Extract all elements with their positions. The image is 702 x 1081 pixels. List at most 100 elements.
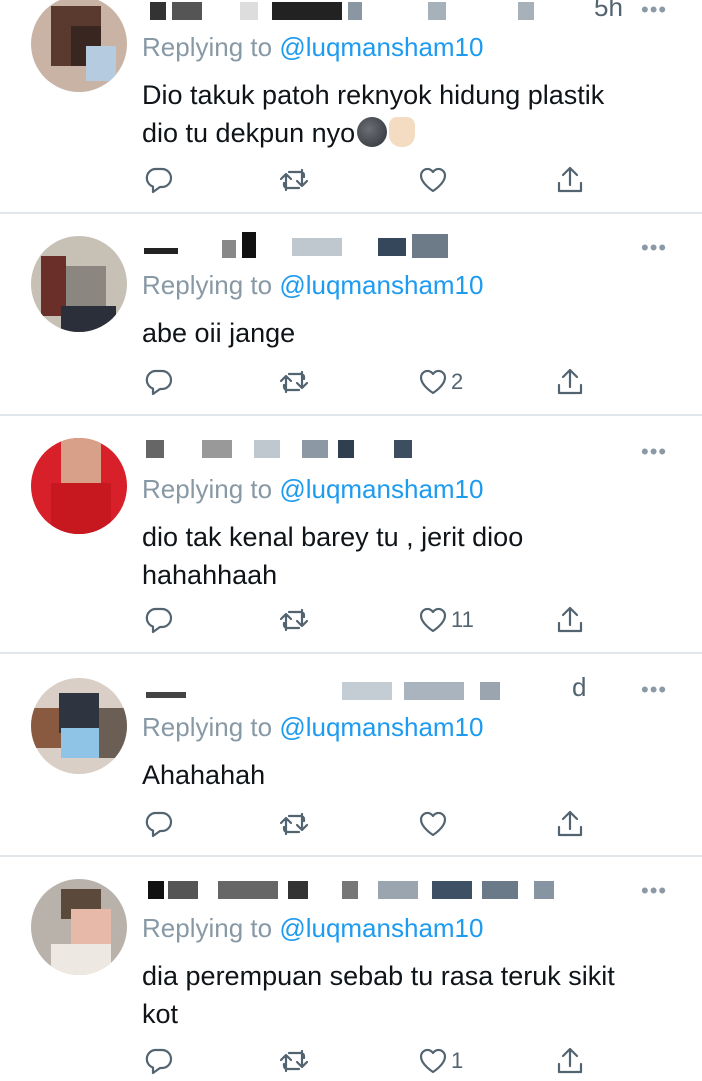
retweet-icon	[279, 812, 309, 836]
action-bar	[0, 804, 702, 844]
reply-icon	[145, 1048, 173, 1075]
tweet-text-line: kot	[142, 999, 179, 1029]
tweet-2[interactable]: ••• Replying to @luqmansham10 abe oii ja…	[0, 214, 702, 414]
like-icon	[419, 369, 447, 395]
tweet-time: 5h	[594, 0, 623, 22]
replying-to: Replying to @luqmansham10	[142, 474, 483, 505]
avatar[interactable]	[31, 678, 127, 774]
reply-button[interactable]	[142, 600, 174, 640]
avatar[interactable]	[31, 879, 127, 975]
reply-handle-link[interactable]: @luqmansham10	[279, 712, 483, 742]
action-bar: 1	[0, 1041, 702, 1081]
tweet-header[interactable]: d	[142, 672, 622, 702]
tweet-text-line: Ahahahah	[142, 760, 266, 790]
like-count: 2	[451, 369, 464, 394]
like-button[interactable]	[417, 804, 451, 844]
reply-handle-link[interactable]: @luqmansham10	[279, 270, 483, 300]
tweet-text-line: Dio takuk patoh reknyok hidung plastik	[142, 80, 605, 110]
like-icon	[419, 811, 447, 837]
reply-icon	[145, 167, 173, 194]
tweet-text: dio tak kenal barey tu , jerit dioo haha…	[142, 518, 662, 594]
reply-button[interactable]	[142, 1041, 174, 1081]
tweet-1[interactable]: 5h ••• Replying to @luqmansham10 Dio tak…	[0, 0, 702, 212]
replying-prefix: Replying to	[142, 270, 273, 300]
replying-prefix: Replying to	[142, 32, 273, 62]
retweet-icon	[279, 370, 309, 394]
more-icon[interactable]: •••	[641, 237, 667, 259]
tweet-text: Dio takuk patoh reknyok hidung plastik d…	[142, 76, 662, 152]
retweet-icon	[279, 608, 309, 632]
avatar[interactable]	[31, 236, 127, 332]
tweet-time: d	[572, 672, 587, 702]
reply-button[interactable]	[142, 804, 174, 844]
more-icon[interactable]: •••	[641, 880, 667, 902]
replying-prefix: Replying to	[142, 913, 273, 943]
avatar[interactable]	[31, 0, 127, 92]
tweet-text-line: abe oii jange	[142, 318, 296, 348]
retweet-button[interactable]	[278, 600, 310, 640]
retweet-icon	[279, 1049, 309, 1073]
share-button[interactable]	[554, 804, 586, 844]
share-icon	[557, 606, 583, 633]
retweet-icon	[279, 168, 309, 192]
share-button[interactable]	[554, 1041, 586, 1081]
tweet-text: dia perempuan sebab tu rasa teruk sikit …	[142, 957, 662, 1033]
reply-button[interactable]	[142, 160, 174, 200]
share-button[interactable]	[554, 600, 586, 640]
reply-handle-link[interactable]: @luqmansham10	[279, 913, 483, 943]
action-bar	[0, 160, 702, 200]
like-icon	[419, 167, 447, 193]
tweet-header[interactable]	[142, 436, 622, 460]
reply-icon	[145, 369, 173, 396]
share-button[interactable]	[554, 160, 586, 200]
action-bar: 2	[0, 362, 702, 402]
like-count: 11	[451, 607, 474, 632]
share-icon	[557, 1047, 583, 1074]
tweet-4[interactable]: d ••• Replying to @luqmansham10 Ahahahah	[0, 654, 702, 854]
replying-to: Replying to @luqmansham10	[142, 712, 483, 743]
retweet-button[interactable]	[278, 804, 310, 844]
like-button[interactable]	[417, 160, 451, 200]
like-button[interactable]: 2	[417, 362, 463, 402]
tweet-text-line: dia perempuan sebab tu rasa teruk sikit	[142, 961, 615, 991]
tweet-text-line: dio tu dekpun nyo	[142, 114, 662, 152]
share-button[interactable]	[554, 362, 586, 402]
tweet-text-line: hahahhaah	[142, 560, 278, 590]
share-icon	[557, 166, 583, 193]
like-button[interactable]: 11	[417, 600, 474, 640]
reply-handle-link[interactable]: @luqmansham10	[279, 32, 483, 62]
like-count: 1	[451, 1048, 464, 1073]
more-icon[interactable]: •••	[641, 679, 667, 701]
share-icon	[557, 810, 583, 837]
retweet-button[interactable]	[278, 1041, 310, 1081]
retweet-button[interactable]	[278, 160, 310, 200]
tweet-text-line: dio tak kenal barey tu , jerit dioo	[142, 522, 524, 552]
share-icon	[557, 368, 583, 395]
tweet-text: Ahahahah	[142, 756, 662, 794]
replying-prefix: Replying to	[142, 474, 273, 504]
retweet-button[interactable]	[278, 362, 310, 402]
like-icon	[419, 1048, 447, 1074]
like-button[interactable]: 1	[417, 1041, 463, 1081]
action-bar: 11	[0, 600, 702, 640]
tweet-header[interactable]	[142, 877, 622, 901]
tweet-3[interactable]: ••• Replying to @luqmansham10 dio tak ke…	[0, 416, 702, 652]
tweet-header[interactable]	[142, 232, 622, 258]
more-icon[interactable]: •••	[641, 441, 667, 463]
tweet-text: abe oii jange	[142, 314, 662, 352]
reply-button[interactable]	[142, 362, 174, 402]
tweet-header[interactable]: 5h	[142, 0, 623, 22]
like-icon	[419, 607, 447, 633]
more-icon[interactable]: •••	[641, 0, 667, 21]
replying-to: Replying to @luqmansham10	[142, 270, 483, 301]
reply-handle-link[interactable]: @luqmansham10	[279, 474, 483, 504]
reply-icon	[145, 607, 173, 634]
replying-to: Replying to @luqmansham10	[142, 32, 483, 63]
replying-to: Replying to @luqmansham10	[142, 913, 483, 944]
tweet-5[interactable]: ••• Replying to @luqmansham10 dia peremp…	[0, 857, 702, 1080]
raised-hand-emoji	[389, 117, 416, 147]
replying-prefix: Replying to	[142, 712, 273, 742]
dark-moon-emoji	[357, 117, 388, 147]
reply-icon	[145, 811, 173, 838]
avatar[interactable]	[31, 438, 127, 534]
